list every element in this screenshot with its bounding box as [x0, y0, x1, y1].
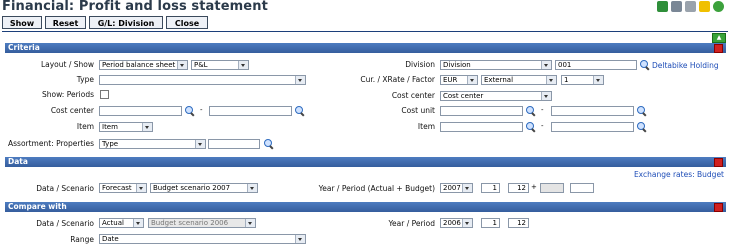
division-select[interactable]: Division	[440, 60, 552, 70]
expand-all-icon[interactable]: ▲	[712, 33, 726, 43]
title-bar: Financial: Profit and loss statement	[0, 0, 730, 16]
assortment-input[interactable]	[208, 139, 260, 149]
show-periods-checkbox[interactable]	[100, 90, 109, 99]
range-select[interactable]: Date	[99, 234, 306, 244]
compare-year-period-label: Year / Period	[388, 219, 435, 228]
range-dash: -	[541, 122, 544, 130]
division-code-input[interactable]: 001	[555, 60, 637, 70]
collapse-icon[interactable]	[714, 158, 723, 167]
excel-export-icon[interactable]	[657, 1, 668, 12]
layout-show-label: Layout / Show	[40, 60, 94, 69]
division-search-icon[interactable]	[640, 60, 650, 70]
assortment-label: Assortment: Properties	[8, 139, 94, 148]
section-compare-title: Compare with	[8, 202, 67, 211]
item-label: Item	[76, 122, 94, 131]
division-label: Division	[405, 60, 435, 69]
type-label: Type	[76, 75, 94, 84]
gl-division-button[interactable]: G/L: Division	[89, 16, 163, 29]
assortment-select[interactable]: Type	[99, 139, 206, 149]
currency-select[interactable]: EUR	[440, 75, 478, 85]
collapse-icon[interactable]	[714, 44, 723, 53]
toolbar: Show Reset G/L: Division Close	[0, 16, 730, 30]
item-to-search-icon[interactable]	[637, 122, 647, 132]
cost-center-right-label: Cost center	[391, 91, 435, 100]
year-select[interactable]: 2007	[440, 183, 473, 193]
layout-select[interactable]: Period balance sheet	[99, 60, 188, 70]
collapse-icon[interactable]	[714, 203, 723, 212]
currency-label: Cur. / XRate / Factor	[360, 75, 435, 84]
scenario-select[interactable]: Budget scenario 2007	[150, 183, 258, 193]
range-dash: -	[200, 106, 203, 114]
compare-scenario-select: Budget scenario 2006	[148, 218, 256, 228]
compare-scenario-label: Data / Scenario	[36, 219, 94, 228]
section-compare[interactable]: Compare with	[5, 202, 726, 212]
data-scenario-label: Data / Scenario	[36, 184, 94, 193]
toolbar-separator	[2, 31, 728, 32]
cost-unit-to-input[interactable]	[551, 106, 634, 116]
item-select[interactable]: Item	[99, 122, 153, 132]
cost-center-from-input[interactable]	[99, 106, 182, 116]
cost-center-label: Cost center	[50, 106, 94, 115]
xrate-select[interactable]: External	[481, 75, 557, 85]
compare-data-select[interactable]: Actual	[99, 218, 144, 228]
item-from-input[interactable]	[440, 122, 523, 132]
item-from-search-icon[interactable]	[526, 122, 536, 132]
cost-center-to-search-icon[interactable]	[295, 106, 305, 116]
section-criteria[interactable]: Criteria	[5, 43, 726, 53]
show-periods-label: Show: Periods	[41, 90, 94, 99]
cost-center-select[interactable]: Cost center	[440, 91, 552, 101]
extra-period-input	[540, 183, 564, 193]
cost-center-from-search-icon[interactable]	[185, 106, 195, 116]
cost-center-to-input[interactable]	[209, 106, 292, 116]
cost-unit-from-search-icon[interactable]	[526, 106, 536, 116]
range-dash: -	[541, 106, 544, 114]
period-from-input[interactable]: 1	[481, 183, 500, 193]
item-right-label: Item	[417, 122, 435, 131]
favorite-star-icon[interactable]	[699, 1, 710, 12]
cost-unit-to-search-icon[interactable]	[637, 106, 647, 116]
exchange-rates-link[interactable]: Exchange rates: Budget	[634, 170, 724, 179]
reset-button[interactable]: Reset	[45, 16, 86, 29]
section-data[interactable]: Data	[5, 157, 726, 167]
print-icon[interactable]	[671, 1, 682, 12]
tools-icon[interactable]	[685, 1, 696, 12]
cost-unit-from-input[interactable]	[440, 106, 523, 116]
extra-period-2-input[interactable]	[570, 183, 594, 193]
division-name-link[interactable]: Deltabike Holding	[652, 61, 719, 70]
item-to-input[interactable]	[551, 122, 634, 132]
help-icon[interactable]	[713, 1, 724, 12]
range-label: Range	[70, 235, 94, 244]
plus-sign: +	[531, 183, 537, 191]
show-select[interactable]: P&L	[191, 60, 249, 70]
factor-select[interactable]: 1	[561, 75, 604, 85]
assortment-search-icon[interactable]	[264, 139, 274, 149]
close-button[interactable]: Close	[166, 16, 208, 29]
compare-period-from-input[interactable]: 1	[481, 218, 500, 228]
year-period-label: Year / Period (Actual + Budget)	[318, 184, 435, 193]
compare-year-select[interactable]: 2006	[440, 218, 473, 228]
data-type-select[interactable]: Forecast	[99, 183, 147, 193]
section-data-title: Data	[8, 157, 28, 166]
period-to-input[interactable]: 12	[508, 183, 529, 193]
page-title: Financial: Profit and loss statement	[2, 0, 268, 14]
cost-unit-label: Cost unit	[401, 106, 435, 115]
show-button[interactable]: Show	[2, 16, 42, 29]
compare-period-to-input[interactable]: 12	[508, 218, 529, 228]
section-criteria-title: Criteria	[8, 43, 40, 52]
type-select[interactable]	[99, 75, 306, 85]
title-icons	[657, 1, 724, 12]
